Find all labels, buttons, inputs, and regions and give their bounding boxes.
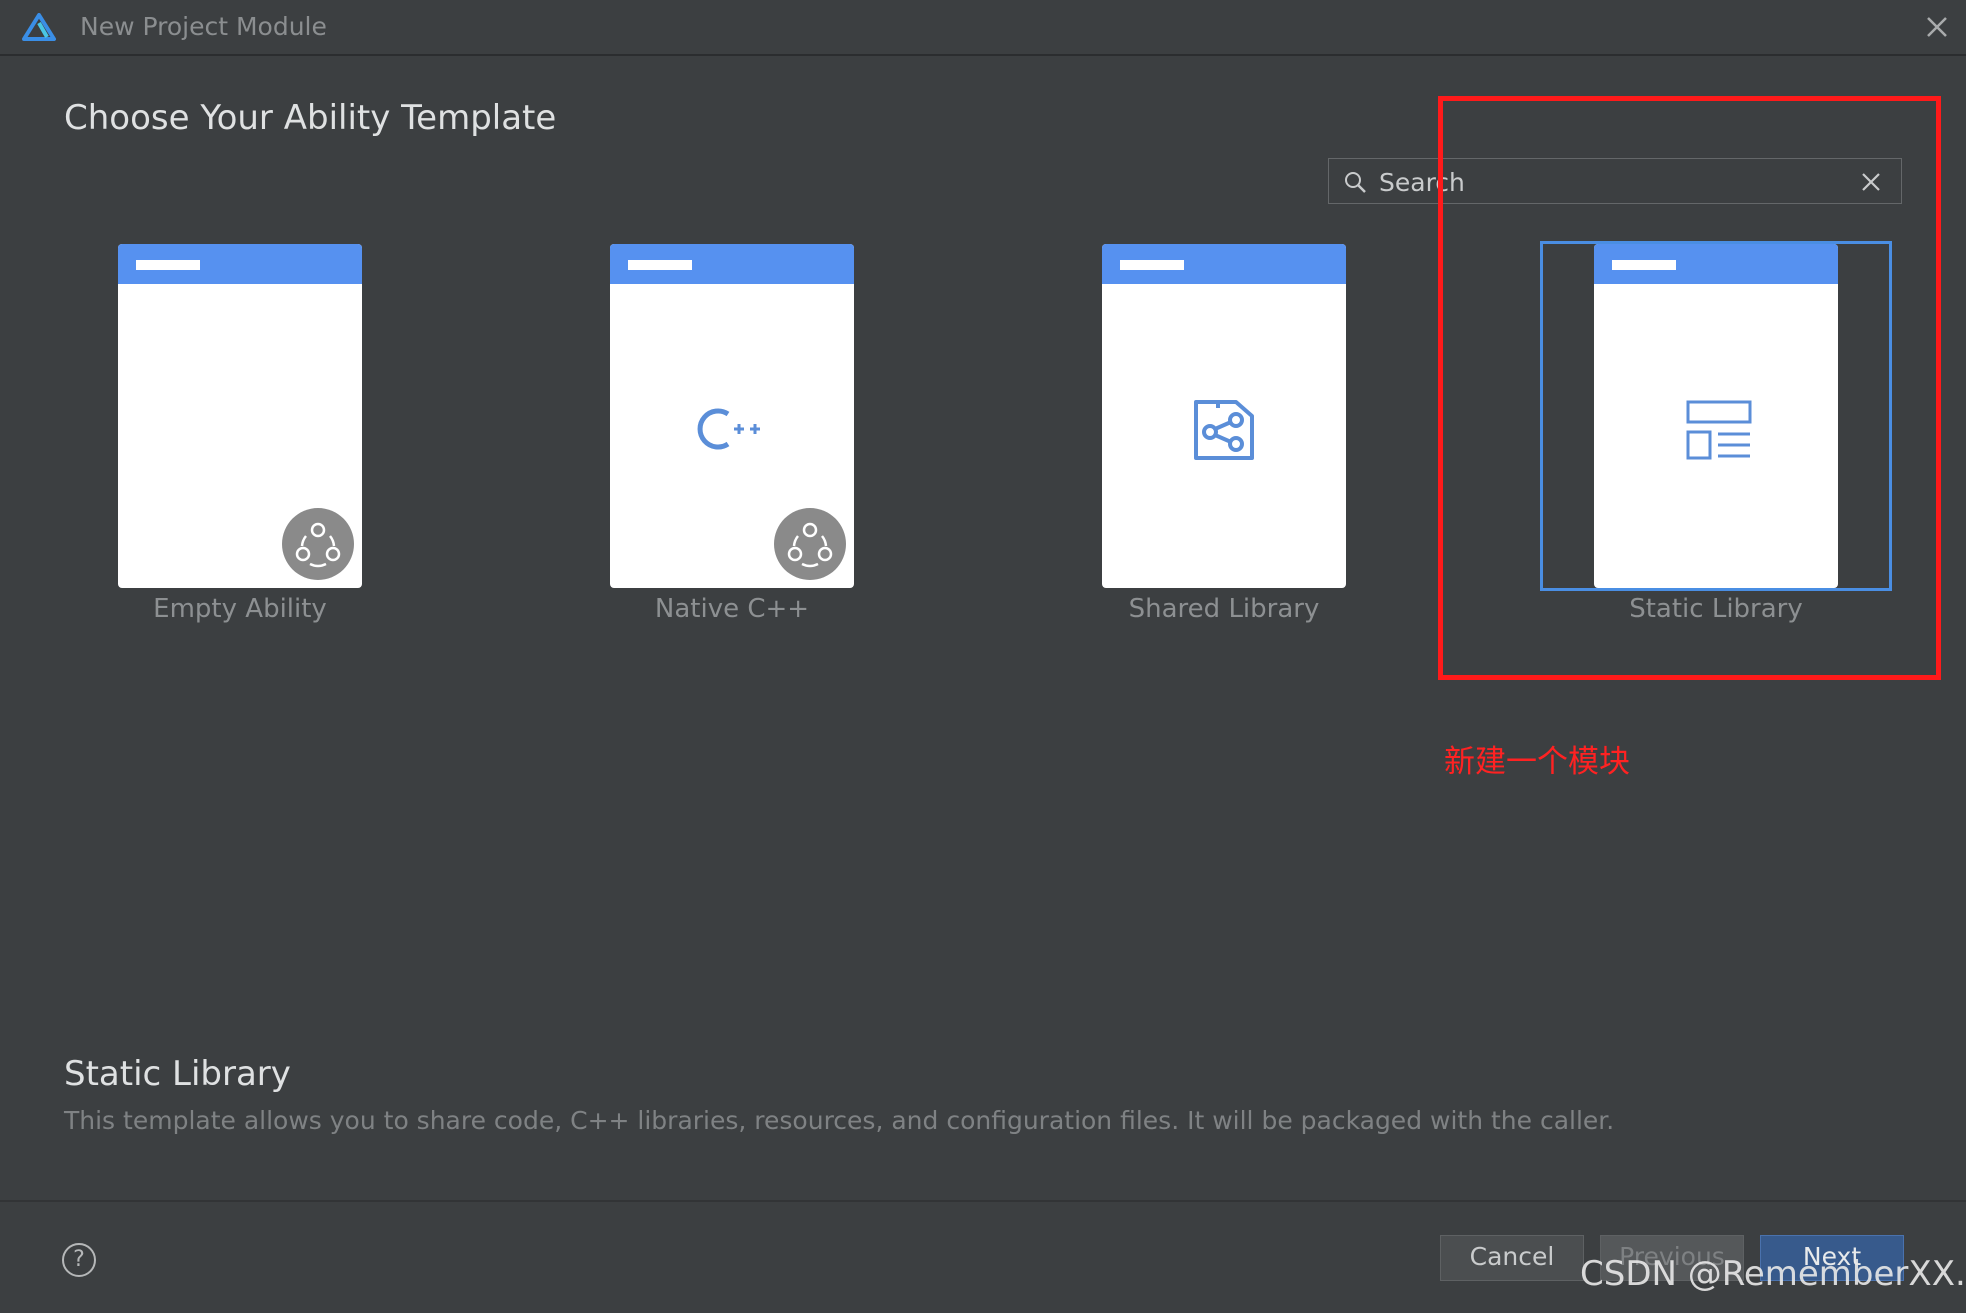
template-label: Shared Library xyxy=(1128,594,1320,624)
ability-badge-icon xyxy=(282,508,354,580)
preview-title-bar xyxy=(628,260,692,270)
template-label: Empty Ability xyxy=(153,594,327,624)
window-title: New Project Module xyxy=(80,12,327,41)
preview-header xyxy=(610,244,854,284)
template-preview xyxy=(118,244,362,588)
annotation-highlight-box xyxy=(1438,96,1941,680)
description-text: This template allows you to share code, … xyxy=(64,1106,1615,1135)
footer-divider xyxy=(0,1200,1966,1202)
preview-header xyxy=(118,244,362,284)
watermark: CSDN @RememberXX. xyxy=(1580,1254,1966,1294)
search-icon xyxy=(1345,172,1366,193)
description-title: Static Library xyxy=(64,1054,291,1094)
cpp-icon xyxy=(697,408,760,450)
title-bar: New Project Module xyxy=(0,0,1966,56)
template-label: Native C++ xyxy=(654,594,810,624)
annotation-text: 新建一个模块 xyxy=(1444,744,1630,780)
help-icon[interactable]: ? xyxy=(62,1243,96,1277)
new-project-module-dialog: New Project Module Choose Your Ability T… xyxy=(0,0,1966,1313)
share-icon xyxy=(1194,400,1254,460)
preview-header xyxy=(1102,244,1346,284)
cancel-button[interactable]: Cancel xyxy=(1440,1235,1584,1281)
page-title: Choose Your Ability Template xyxy=(64,98,557,138)
close-icon[interactable] xyxy=(1922,12,1952,42)
template-preview xyxy=(1102,244,1346,588)
preview-title-bar xyxy=(136,260,200,270)
preview-title-bar xyxy=(1120,260,1184,270)
template-preview xyxy=(610,244,854,588)
ability-badge-icon xyxy=(774,508,846,580)
deveco-logo-icon xyxy=(22,13,56,41)
